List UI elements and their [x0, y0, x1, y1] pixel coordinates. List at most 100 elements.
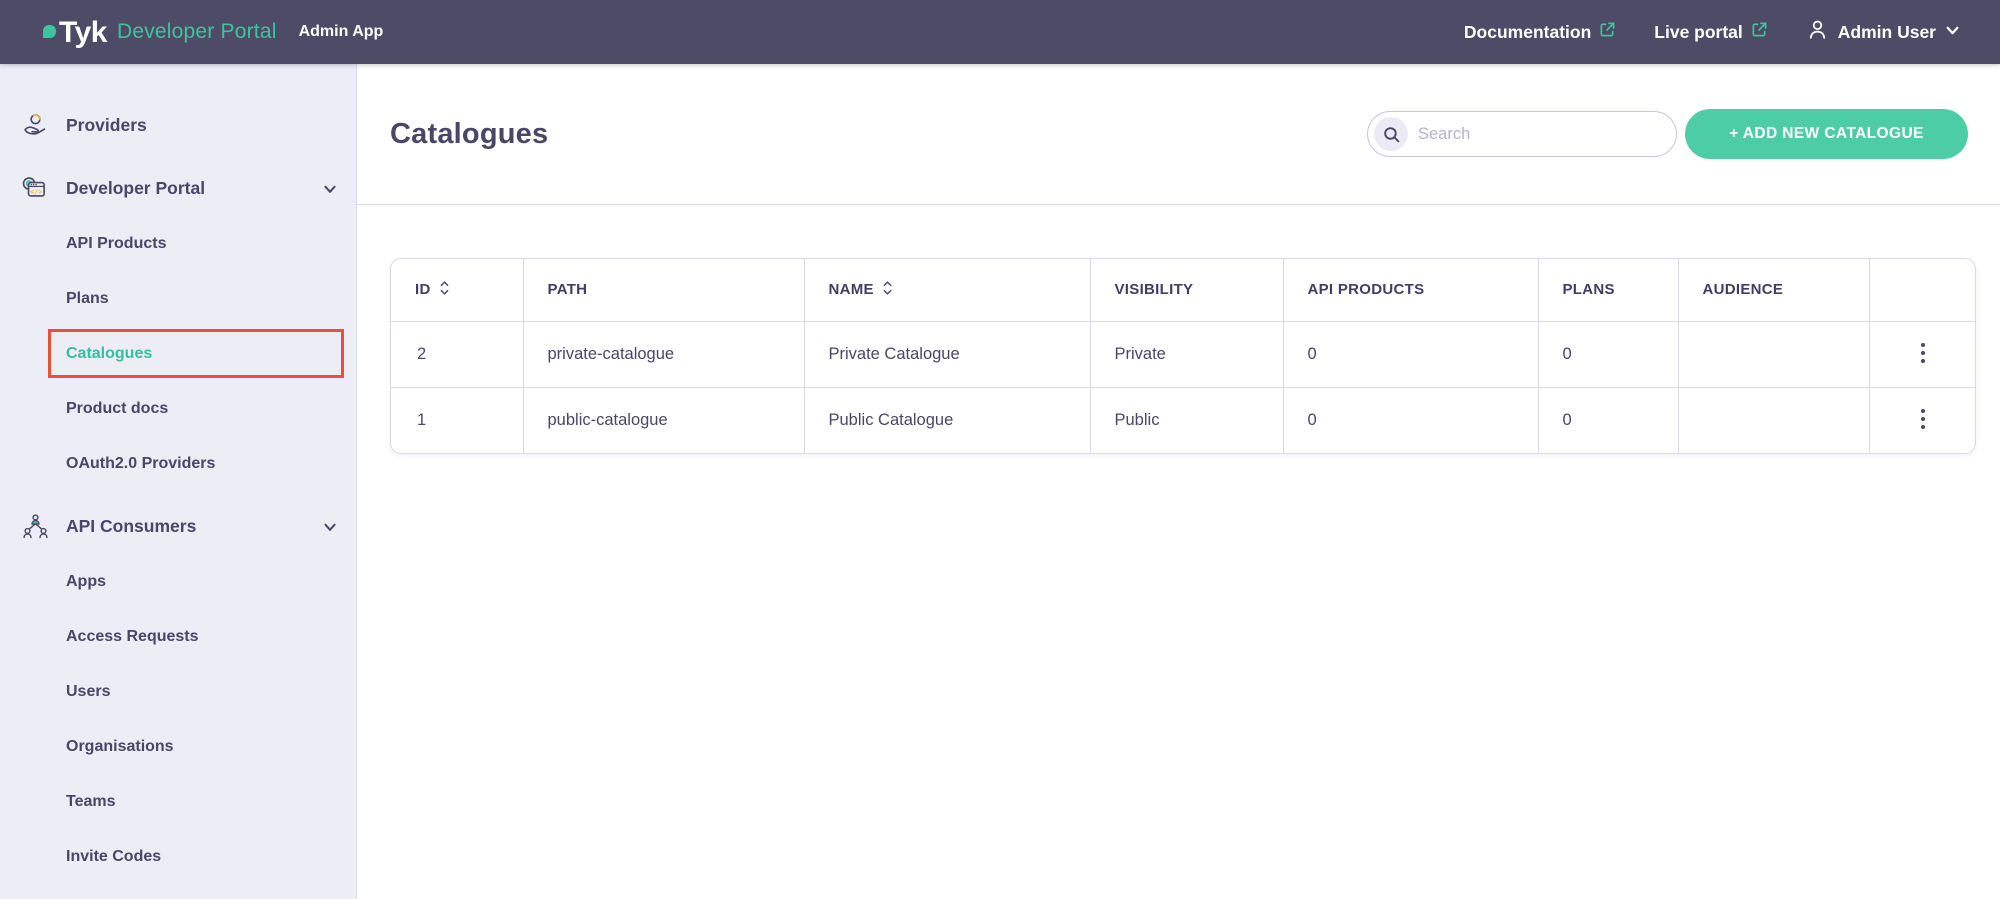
tyk-logo[interactable]: Tyk Developer Portal [43, 16, 277, 49]
column-header-actions [1869, 259, 1976, 321]
sidebar-item-label: Teams [66, 793, 116, 811]
sidebar-item-teams[interactable]: Teams [0, 774, 356, 829]
column-header-label: API PRODUCTS [1308, 281, 1425, 298]
catalogues-table: ID PATH NAME VISIBILITY API PRODUCTS PLANS AUD… [390, 258, 1976, 454]
column-header-label: AUDIENCE [1703, 281, 1784, 298]
cell-path: private-catalogue [523, 321, 804, 387]
cell-visibility: Public [1090, 387, 1283, 453]
table-body: 2private-cataloguePrivate CataloguePriva… [391, 321, 1976, 453]
sidebar-item-label: API Consumers [66, 516, 196, 537]
cell-name: Public Catalogue [804, 387, 1090, 453]
sidebar-item-label: Organisations [66, 738, 174, 756]
column-header-api-products: API PRODUCTS [1283, 259, 1538, 321]
cell-api-products: 0 [1283, 321, 1538, 387]
search-input[interactable] [1418, 125, 1662, 144]
kebab-icon [1920, 342, 1926, 367]
column-header-path: PATH [523, 259, 804, 321]
external-link-icon [1599, 21, 1616, 43]
column-header-id[interactable]: ID [391, 259, 523, 321]
sidebar-item-product-docs[interactable]: Product docs [0, 381, 356, 436]
page-title: Catalogues [390, 118, 548, 151]
cell-path: public-catalogue [523, 387, 804, 453]
sidebar-item-label: OAuth2.0 Providers [66, 455, 215, 473]
search-icon [1374, 117, 1408, 151]
cell-api-products: 0 [1283, 387, 1538, 453]
documentation-link[interactable]: Documentation [1464, 21, 1616, 43]
column-header-visibility: VISIBILITY [1090, 259, 1283, 321]
user-menu[interactable]: Admin User [1806, 18, 1960, 46]
sidebar-item-label: Apps [66, 573, 106, 591]
sort-icon [439, 280, 450, 300]
cell-actions [1869, 387, 1976, 453]
chevron-down-icon[interactable] [322, 181, 338, 197]
chevron-down-icon[interactable] [322, 519, 338, 535]
sidebar-item-api-consumers[interactable]: API Consumers [0, 499, 356, 554]
external-link-icon [1751, 21, 1768, 43]
cell-id: 2 [391, 321, 523, 387]
add-new-catalogue-button[interactable]: + ADD NEW CATALOGUE [1685, 109, 1968, 159]
cell-plans: 0 [1538, 321, 1678, 387]
sidebar-item-label: API Products [66, 235, 166, 253]
kebab-icon [1920, 408, 1926, 433]
sidebar-item-catalogues[interactable]: Catalogues [0, 326, 356, 381]
documentation-link-label: Documentation [1464, 22, 1591, 43]
column-header-label: NAME [829, 281, 874, 298]
sidebar-item-label: Developer Portal [66, 178, 205, 199]
column-header-plans: PLANS [1538, 259, 1678, 321]
page-header: Catalogues + ADD NEW CATALOGUE [357, 64, 2000, 205]
sidebar-item-label: Providers [66, 115, 147, 136]
table-row[interactable]: 1public-cataloguePublic CataloguePublic0… [391, 387, 1976, 453]
sort-icon [882, 280, 893, 300]
sidebar-item-access-requests[interactable]: Access Requests [0, 609, 356, 664]
app-label: Admin App [299, 23, 384, 41]
live-portal-link[interactable]: Live portal [1654, 21, 1768, 43]
consumers-icon [20, 512, 50, 541]
sidebar-item-oauth2-0-providers[interactable]: OAuth2.0 Providers [0, 436, 356, 491]
sidebar-item-invite-codes[interactable]: Invite Codes [0, 829, 356, 884]
logo-subtitle: Developer Portal [117, 20, 277, 44]
table-header-row: ID PATH NAME VISIBILITY API PRODUCTS PLANS AUD… [391, 259, 1976, 321]
search-box [1367, 111, 1677, 157]
sidebar-item-label: Access Requests [66, 628, 199, 646]
sidebar-nav: Providers </> Developer Portal API Products… [0, 64, 357, 899]
sidebar-item-users[interactable]: Users [0, 664, 356, 719]
chevron-down-icon [1945, 22, 1960, 43]
row-actions-menu-button[interactable] [1906, 334, 1940, 375]
cell-visibility: Private [1090, 321, 1283, 387]
portal-icon: </> [20, 174, 50, 204]
header-right: Documentation Live portal Admin User [1464, 18, 1960, 46]
cell-plans: 0 [1538, 387, 1678, 453]
column-header-label: ID [415, 281, 431, 298]
sidebar-item-label: Users [66, 683, 110, 701]
cell-audience [1678, 387, 1869, 453]
sidebar-item-developer-portal[interactable]: </> Developer Portal [0, 161, 356, 216]
column-header-label: PATH [548, 281, 588, 298]
column-header-audience: AUDIENCE [1678, 259, 1869, 321]
column-header-label: VISIBILITY [1115, 281, 1194, 298]
sidebar-item-label: Catalogues [66, 345, 152, 363]
providers-icon [20, 111, 50, 140]
cell-id: 1 [391, 387, 523, 453]
main-content: Catalogues + ADD NEW CATALOGUE ID PATH NAM… [357, 64, 2000, 899]
sidebar-item-plans[interactable]: Plans [0, 271, 356, 326]
sidebar-item-label: Invite Codes [66, 848, 161, 866]
column-header-name[interactable]: NAME [804, 259, 1090, 321]
tyk-leaf-icon [43, 25, 56, 38]
sidebar-item-label: Plans [66, 290, 109, 308]
live-portal-link-label: Live portal [1654, 22, 1743, 43]
table-row[interactable]: 2private-cataloguePrivate CataloguePriva… [391, 321, 1976, 387]
page-header-actions: + ADD NEW CATALOGUE [1367, 109, 1968, 159]
column-header-label: PLANS [1563, 281, 1615, 298]
svg-text:</>: </> [30, 187, 42, 195]
app-header: Tyk Developer Portal Admin App Documenta… [0, 0, 2000, 64]
logo-text: Tyk [59, 16, 107, 49]
user-icon [1806, 18, 1829, 46]
sidebar-item-organisations[interactable]: Organisations [0, 719, 356, 774]
row-actions-menu-button[interactable] [1906, 400, 1940, 441]
sidebar-item-label: Product docs [66, 400, 168, 418]
sidebar-item-apps[interactable]: Apps [0, 554, 356, 609]
cell-audience [1678, 321, 1869, 387]
cell-name: Private Catalogue [804, 321, 1090, 387]
sidebar-item-providers[interactable]: Providers [0, 98, 356, 153]
sidebar-item-api-products[interactable]: API Products [0, 216, 356, 271]
